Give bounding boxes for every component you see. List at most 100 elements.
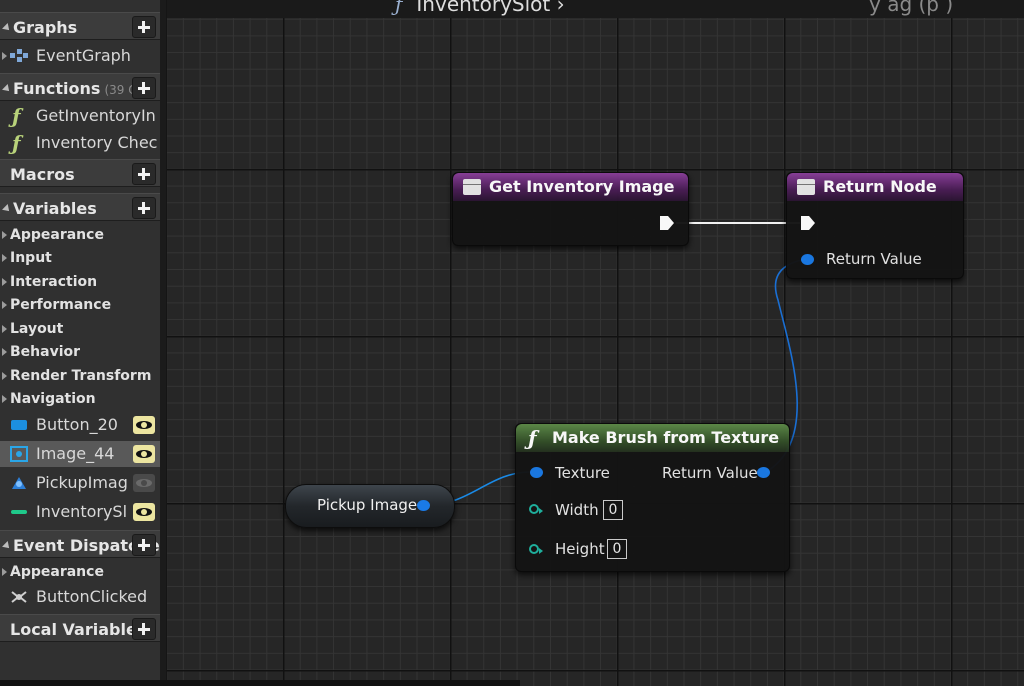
add-macro-button[interactable] bbox=[132, 163, 156, 185]
category-label: Navigation bbox=[10, 391, 96, 407]
category-appearance-dispatchers[interactable]: Appearance bbox=[0, 562, 160, 584]
my-blueprint-panel: Graphs EventGraph Functions (39 Ov ƒ GetI… bbox=[0, 0, 167, 686]
return-value-pin[interactable] bbox=[757, 467, 770, 478]
width-pin[interactable] bbox=[529, 504, 543, 514]
event-dispatchers-header[interactable]: Event Dispatche bbox=[0, 530, 160, 558]
graphs-title: Graphs bbox=[2, 18, 78, 37]
breadcrumb: ƒ InventorySlot › bbox=[395, 0, 565, 16]
node-title: Get Inventory Image bbox=[489, 177, 675, 196]
expand-triangle-icon bbox=[2, 348, 7, 356]
variable-button-20[interactable]: Button_20 bbox=[0, 412, 160, 438]
variable-label: Image_44 bbox=[36, 444, 115, 463]
width-input[interactable]: 0 bbox=[603, 500, 623, 520]
return-node[interactable]: Return Node Return Value bbox=[786, 172, 964, 279]
variable-label: InventorySl bbox=[36, 502, 128, 521]
local-variables-header[interactable]: Local Variables bbox=[0, 614, 160, 642]
sidebar-item-label: Inventory Chec bbox=[36, 133, 158, 152]
variable-image-44[interactable]: Image_44 bbox=[0, 441, 160, 467]
category-label: Appearance bbox=[10, 564, 104, 580]
variable-pickupimage[interactable]: PickupImag bbox=[0, 470, 160, 496]
node-header: ƒ Make Brush from Texture bbox=[516, 424, 789, 452]
texture-pin[interactable] bbox=[530, 467, 543, 478]
sidebar-item-label: EventGraph bbox=[36, 46, 131, 65]
get-inventory-image-node[interactable]: Get Inventory Image bbox=[452, 172, 689, 246]
height-input[interactable]: 0 bbox=[607, 539, 627, 559]
panel-splitter[interactable] bbox=[160, 0, 166, 686]
functions-title: Functions (39 Ov bbox=[2, 79, 145, 98]
category-label: Behavior bbox=[10, 344, 81, 360]
sidebar-item-eventgraph[interactable]: EventGraph bbox=[0, 43, 160, 69]
expand-triangle-icon bbox=[2, 52, 7, 60]
expand-triangle-icon bbox=[2, 254, 7, 262]
macros-title: Macros bbox=[10, 165, 75, 184]
function-icon: ƒ bbox=[12, 104, 21, 128]
sidebar-item-getinventoryimage[interactable]: ƒ GetInventoryIn bbox=[0, 103, 160, 129]
node-header: Get Inventory Image bbox=[453, 173, 688, 201]
category-label: Layout bbox=[10, 321, 64, 337]
height-label: Height bbox=[555, 540, 605, 558]
category-performance[interactable]: Performance bbox=[0, 295, 160, 317]
category-layout[interactable]: Layout bbox=[0, 319, 160, 341]
graphs-header[interactable]: Graphs bbox=[0, 12, 160, 40]
sidebar-item-label: GetInventoryIn bbox=[36, 106, 156, 125]
node-header: Return Node bbox=[787, 173, 963, 201]
pickup-image-output-pin[interactable] bbox=[417, 500, 430, 511]
category-label: Input bbox=[10, 250, 52, 266]
return-value-pin[interactable] bbox=[801, 254, 814, 265]
expand-triangle-icon bbox=[2, 301, 7, 309]
event-dispatcher-icon bbox=[11, 591, 27, 603]
breadcrumb-bar: ƒ InventorySlot › y ag (p ) bbox=[167, 0, 1024, 18]
visibility-eye-icon[interactable] bbox=[133, 445, 155, 463]
height-pin[interactable] bbox=[529, 544, 543, 554]
category-label: Appearance bbox=[10, 227, 104, 243]
breadcrumb-tail: y ag (p ) bbox=[869, 0, 954, 16]
width-label: Width bbox=[555, 501, 599, 519]
function-entry-icon bbox=[463, 179, 481, 195]
add-event-dispatcher-button[interactable] bbox=[132, 534, 156, 556]
variable-inventoryslot[interactable]: InventorySl bbox=[0, 499, 160, 525]
pickup-image-variable-node[interactable]: Pickup Image bbox=[285, 484, 455, 528]
exec-in-pin[interactable] bbox=[799, 214, 817, 232]
dispatcher-buttonclicked[interactable]: ButtonClicked bbox=[0, 584, 160, 610]
return-value-label: Return Value bbox=[662, 464, 758, 482]
exec-out-pin[interactable] bbox=[658, 214, 676, 232]
add-local-variable-button[interactable] bbox=[132, 618, 156, 640]
category-render-transform[interactable]: Render Transform bbox=[0, 366, 160, 388]
visibility-eye-closed-icon[interactable] bbox=[133, 474, 155, 492]
category-label: Performance bbox=[10, 297, 112, 313]
add-graph-button[interactable] bbox=[132, 16, 156, 38]
category-appearance[interactable]: Appearance bbox=[0, 225, 160, 247]
expand-triangle-icon bbox=[2, 395, 7, 403]
category-navigation[interactable]: Navigation bbox=[0, 389, 160, 411]
expand-triangle-icon bbox=[2, 278, 7, 286]
collapse-triangle-icon bbox=[2, 204, 12, 214]
graph-canvas[interactable] bbox=[167, 0, 1024, 686]
variable-label: Button_20 bbox=[36, 415, 118, 434]
progress-widget-icon bbox=[11, 510, 27, 514]
function-result-icon bbox=[797, 179, 815, 195]
variables-header[interactable]: Variables bbox=[0, 193, 160, 221]
add-variable-button[interactable] bbox=[132, 197, 156, 219]
category-behavior[interactable]: Behavior bbox=[0, 342, 160, 364]
function-icon: ƒ bbox=[395, 0, 403, 16]
collapse-triangle-icon bbox=[2, 541, 12, 551]
function-icon: ƒ bbox=[12, 131, 21, 155]
category-input[interactable]: Input bbox=[0, 248, 160, 270]
category-interaction[interactable]: Interaction bbox=[0, 272, 160, 294]
variable-label: PickupImag bbox=[36, 473, 128, 492]
variables-title: Variables bbox=[2, 199, 97, 218]
macros-header[interactable]: Macros bbox=[0, 159, 160, 187]
visibility-eye-icon[interactable] bbox=[133, 503, 155, 521]
make-brush-from-texture-node[interactable]: ƒ Make Brush from Texture Texture Return… bbox=[515, 423, 790, 572]
sidebar-item-inventorycheck[interactable]: ƒ Inventory Chec bbox=[0, 130, 160, 156]
expand-triangle-icon bbox=[2, 568, 7, 576]
breadcrumb-function: InventorySlot bbox=[416, 0, 551, 16]
visibility-eye-icon[interactable] bbox=[133, 416, 155, 434]
add-function-button[interactable] bbox=[132, 77, 156, 99]
bottom-scrollbar[interactable] bbox=[0, 680, 520, 686]
graphs-title-text: Graphs bbox=[13, 18, 78, 37]
collapse-triangle-icon bbox=[2, 84, 12, 94]
event-graph-icon bbox=[10, 49, 28, 62]
image-widget-icon bbox=[10, 446, 28, 462]
functions-header[interactable]: Functions (39 Ov bbox=[0, 73, 160, 101]
